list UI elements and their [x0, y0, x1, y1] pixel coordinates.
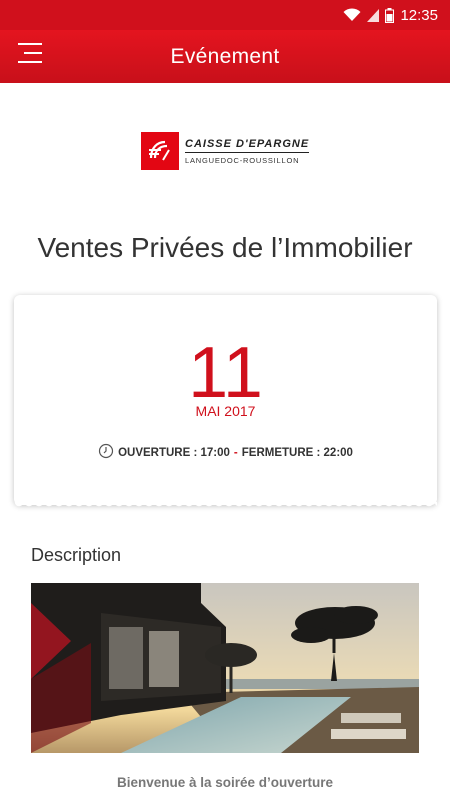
clock-icon [98, 443, 114, 462]
event-hours: OUVERTURE : 17:00 - FERMETURE : 22:00 [14, 443, 437, 462]
opening-time: OUVERTURE : 17:00 [118, 446, 230, 459]
closing-time: FERMETURE : 22:00 [241, 446, 353, 459]
status-time: 12:35 [400, 6, 438, 24]
event-month-year: MAI 2017 [195, 403, 256, 419]
signal-icon [367, 8, 380, 22]
battery-icon [385, 7, 395, 23]
wifi-icon [343, 8, 361, 22]
squirrel-logo-icon [141, 132, 179, 170]
event-title: Ventes Privées de l’Immobilier [37, 232, 413, 263]
description-heading: Description [31, 545, 122, 565]
app-bar: Evénement [0, 30, 450, 83]
bank-logo: CAISSE D'EPARGNE LANGUEDOC-ROUSSILLON [141, 132, 310, 170]
hours-separator: - [233, 446, 238, 459]
date-card: 11 MAI 2017 OUVERTURE : 17:00 - FERMETUR… [14, 295, 437, 510]
welcome-text: Bienvenue à la soirée d’ouverture [116, 775, 334, 790]
logo-brand: CAISSE D'EPARGNE [185, 138, 310, 153]
status-bar: 12:35 [0, 0, 450, 30]
logo-region: LANGUEDOC-ROUSSILLON [185, 155, 300, 165]
menu-icon[interactable] [18, 40, 44, 66]
event-day: 11 [188, 333, 263, 413]
app-bar-title: Evénement [170, 44, 280, 68]
event-photo [31, 583, 419, 753]
